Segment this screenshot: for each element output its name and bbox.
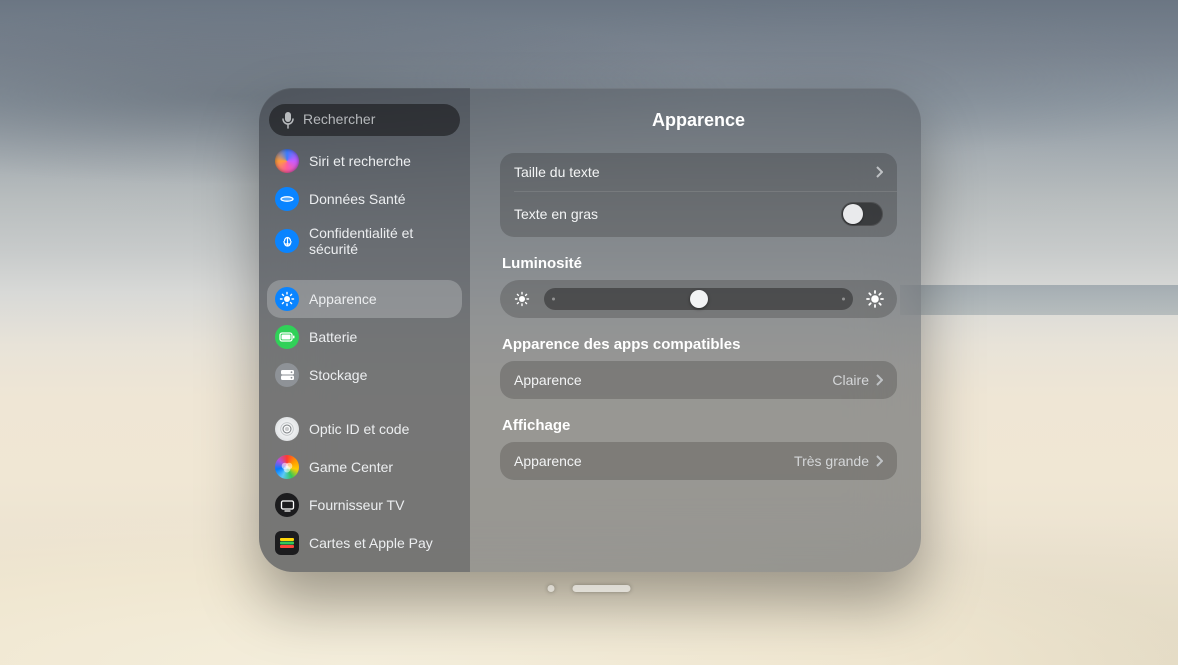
sidebar: Siri et recherche Données Santé Confiden… <box>259 88 470 572</box>
sidebar-item-storage[interactable]: Stockage <box>267 356 462 394</box>
sidebar-item-label: Siri et recherche <box>309 153 411 169</box>
row-label: Texte en gras <box>514 206 598 222</box>
game-center-icon <box>275 455 299 479</box>
sidebar-item-label: Cartes et Apple Pay <box>309 535 433 551</box>
content-pane: Apparence Taille du texte Texte en gras … <box>470 88 921 572</box>
slider-thumb[interactable] <box>690 290 708 308</box>
health-icon <box>275 187 299 211</box>
brightness-header: Luminosité <box>502 255 895 272</box>
bold-text-row: Texte en gras <box>500 191 897 237</box>
sidebar-item-label: Stockage <box>309 367 367 383</box>
row-value: Claire <box>832 372 869 388</box>
page-bar-current[interactable] <box>573 585 631 592</box>
display-group: Apparence Très grande <box>500 442 897 480</box>
bold-text-toggle[interactable] <box>841 202 883 226</box>
text-group: Taille du texte Texte en gras <box>500 153 897 237</box>
slider-max-dot <box>842 298 845 301</box>
chevron-right-icon <box>875 374 883 386</box>
row-label: Apparence <box>514 453 582 469</box>
compatible-apps-group: Apparence Claire <box>500 361 897 399</box>
sidebar-item-wallet[interactable]: Cartes et Apple Pay <box>267 524 462 562</box>
row-label: Apparence <box>514 372 582 388</box>
toggle-knob <box>843 204 863 224</box>
page-indicator <box>548 585 631 592</box>
brightness-slider[interactable] <box>544 288 853 310</box>
sidebar-item-battery[interactable]: Batterie <box>267 318 462 356</box>
chevron-right-icon <box>875 166 883 178</box>
display-header: Affichage <box>502 417 895 434</box>
brightness-row <box>500 280 897 318</box>
wallet-icon <box>275 531 299 555</box>
sidebar-item-label: Batterie <box>309 329 357 345</box>
optic-id-icon <box>275 417 299 441</box>
sidebar-item-tv-provider[interactable]: Fournisseur TV <box>267 486 462 524</box>
sidebar-item-health[interactable]: Données Santé <box>267 180 462 218</box>
sidebar-item-privacy[interactable]: Confidentialité et sécurité <box>267 218 462 264</box>
sidebar-item-label: Confidentialité et sécurité <box>309 225 454 257</box>
sidebar-item-label: Apparence <box>309 291 377 307</box>
page-title: Apparence <box>500 110 897 131</box>
microphone-icon <box>281 111 295 129</box>
text-size-row[interactable]: Taille du texte <box>500 153 897 191</box>
sidebar-item-label: Données Santé <box>309 191 406 207</box>
sidebar-item-game-center[interactable]: Game Center <box>267 448 462 486</box>
sidebar-item-label: Optic ID et code <box>309 421 409 437</box>
storage-icon <box>275 363 299 387</box>
sidebar-item-optic-id[interactable]: Optic ID et code <box>267 410 462 448</box>
compatible-apps-header: Apparence des apps compatibles <box>502 336 895 353</box>
battery-icon <box>275 325 299 349</box>
sidebar-item-label: Game Center <box>309 459 393 475</box>
search-field[interactable] <box>269 104 460 136</box>
sidebar-item-label: Fournisseur TV <box>309 497 404 513</box>
privacy-icon <box>275 229 299 253</box>
brightness-low-icon <box>512 289 532 309</box>
siri-icon <box>275 149 299 173</box>
brightness-high-icon <box>865 289 885 309</box>
compatible-apps-appearance-row[interactable]: Apparence Claire <box>500 361 897 399</box>
tv-provider-icon <box>275 493 299 517</box>
row-label: Taille du texte <box>514 164 600 180</box>
page-dot[interactable] <box>548 585 555 592</box>
display-appearance-row[interactable]: Apparence Très grande <box>500 442 897 480</box>
chevron-right-icon <box>875 455 883 467</box>
sidebar-item-siri[interactable]: Siri et recherche <box>267 142 462 180</box>
slider-min-dot <box>552 298 555 301</box>
search-input[interactable] <box>303 111 448 127</box>
settings-window: Siri et recherche Données Santé Confiden… <box>259 88 921 572</box>
row-value: Très grande <box>794 453 869 469</box>
appearance-icon <box>275 287 299 311</box>
sidebar-item-appearance[interactable]: Apparence <box>267 280 462 318</box>
